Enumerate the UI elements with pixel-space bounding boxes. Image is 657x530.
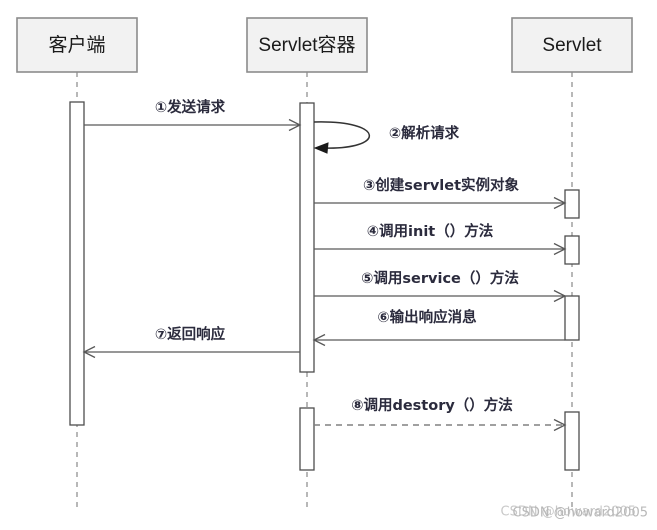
message-6[interactable] <box>312 333 565 347</box>
message-2[interactable] <box>313 121 370 154</box>
participant-client[interactable]: 客户端 <box>16 17 138 73</box>
message-arrowhead-solid <box>313 142 329 154</box>
participants-layer: 客户端 Servlet容器 Servlet <box>16 17 633 73</box>
activation-bar-servlet-service <box>564 295 580 341</box>
participant-servlet[interactable]: Servlet <box>511 17 633 73</box>
watermark: CSDN @howard2005 CSDN @howard2005 <box>501 505 648 521</box>
message-label-7: ⑦返回响应 <box>155 325 226 343</box>
sequence-diagram-svg: 客户端 Servlet容器 Servlet ①发送请求 ②解析请求 ③创建servl… <box>16 17 648 521</box>
activation-bar-container-main <box>299 102 315 373</box>
message-1[interactable] <box>84 118 302 132</box>
lifelines-layer <box>76 72 573 512</box>
activation-bar-client <box>69 101 85 426</box>
participant-label-servlet: Servlet <box>542 35 602 56</box>
message-label-3: ③创建servlet实例对象 <box>363 176 520 194</box>
message-label-2: ②解析请求 <box>389 124 460 142</box>
participant-container[interactable]: Servlet容器 <box>246 17 368 73</box>
participant-label-client: 客户端 <box>48 34 105 56</box>
message-label-6: ⑥输出响应消息 <box>377 308 477 326</box>
message-5[interactable] <box>314 289 567 303</box>
activation-bar-servlet-destroy <box>564 411 580 471</box>
message-self-loop-path <box>313 121 370 149</box>
message-label-4: ④调用init（）方法 <box>367 222 493 240</box>
participant-label-container: Servlet容器 <box>258 34 355 56</box>
watermark-text: CSDN @howard2005 <box>513 506 648 521</box>
message-label-1: ①发送请求 <box>155 98 226 116</box>
message-3[interactable] <box>314 196 567 210</box>
activation-bar-container-destroy <box>299 407 315 471</box>
message-7[interactable] <box>82 345 300 359</box>
message-label-5: ⑤调用service（）方法 <box>361 269 519 287</box>
message-8[interactable] <box>314 418 567 432</box>
message-label-8: ⑧调用destory（）方法 <box>351 396 513 414</box>
activation-bar-servlet-create <box>564 189 580 219</box>
sequence-diagram-canvas: 客户端 Servlet容器 Servlet ①发送请求 ②解析请求 ③创建servl… <box>0 0 657 530</box>
message-labels-layer: ①发送请求 ②解析请求 ③创建servlet实例对象 ④调用init（）方法 ⑤调用se… <box>155 98 520 414</box>
message-4[interactable] <box>314 242 567 256</box>
activation-bar-servlet-init <box>564 235 580 265</box>
